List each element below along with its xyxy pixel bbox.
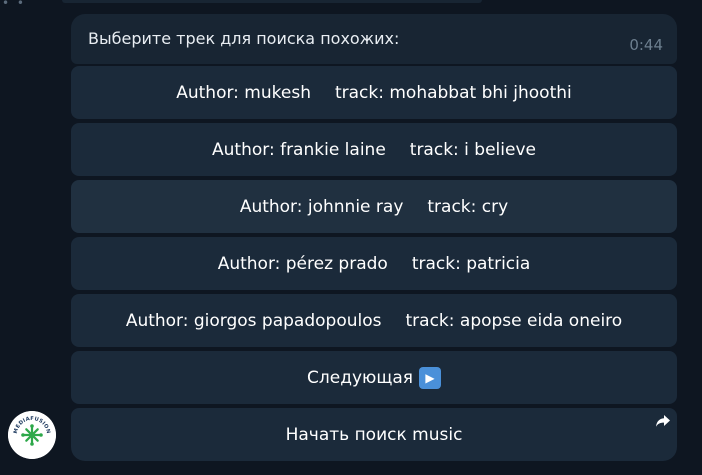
next-page-label: Следующая [307,367,413,388]
track-author: Author: mukesh [176,82,311,103]
start-search-button[interactable]: Начать поиск music [71,408,677,461]
track-title: track: i believe [409,139,536,160]
track-title: track: patricia [411,253,531,274]
next-page-button[interactable]: Следующая ▶ [71,351,677,404]
start-search-label: Начать поиск music [285,424,463,445]
previous-message-edge [62,0,482,3]
track-author: Author: johnnie ray [239,196,404,217]
share-arrow-icon [656,415,670,427]
message-time: 0:44 [629,36,663,54]
track-author: Author: frankie laine [212,139,386,160]
track-author: Author: pérez prado [217,253,388,274]
track-title: track: mohabbat bhi jhoothi [334,82,572,103]
track-button[interactable]: Author: pérez prado track: patricia [71,237,677,290]
track-button[interactable]: Author: johnnie ray track: cry [71,180,677,233]
track-title: track: cry [427,196,509,217]
message-text: Выберите трек для поиска похожих: [88,29,400,48]
track-button[interactable]: Author: frankie laine track: i believe [71,123,677,176]
bot-avatar[interactable]: MEDIAFUSION [8,411,56,459]
mediafusion-logo-icon: MEDIAFUSION [8,411,56,459]
message-bubble: Выберите трек для поиска похожих: 0:44 [71,14,677,64]
more-dots-icon: • • [2,0,26,10]
track-author: Author: giorgos papadopoulos [125,310,382,331]
track-button[interactable]: Author: mukesh track: mohabbat bhi jhooth… [71,66,677,119]
track-button[interactable]: Author: giorgos papadopoulos track: apops… [71,294,677,347]
play-button-icon: ▶ [418,366,441,389]
track-title: track: apopse eida oneiro [405,310,623,331]
